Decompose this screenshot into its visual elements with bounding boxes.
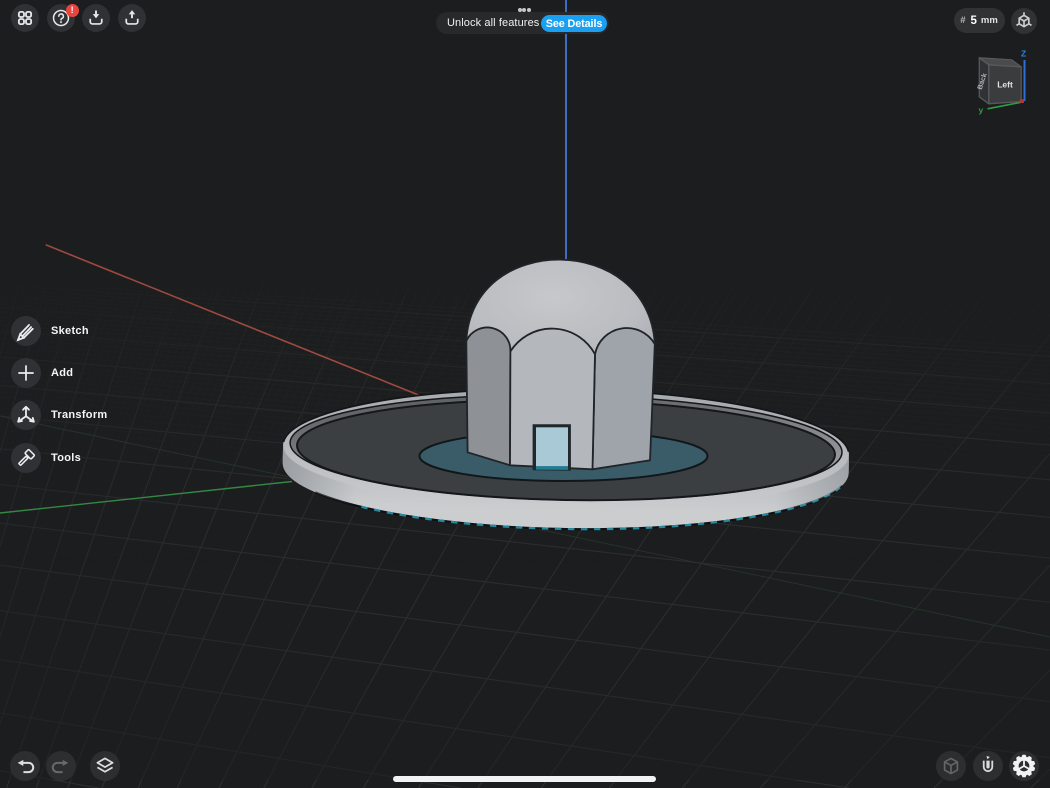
svg-text:Left: Left [997,80,1013,90]
svg-text:Z: Z [1021,49,1026,59]
svg-text:y: y [979,105,984,115]
